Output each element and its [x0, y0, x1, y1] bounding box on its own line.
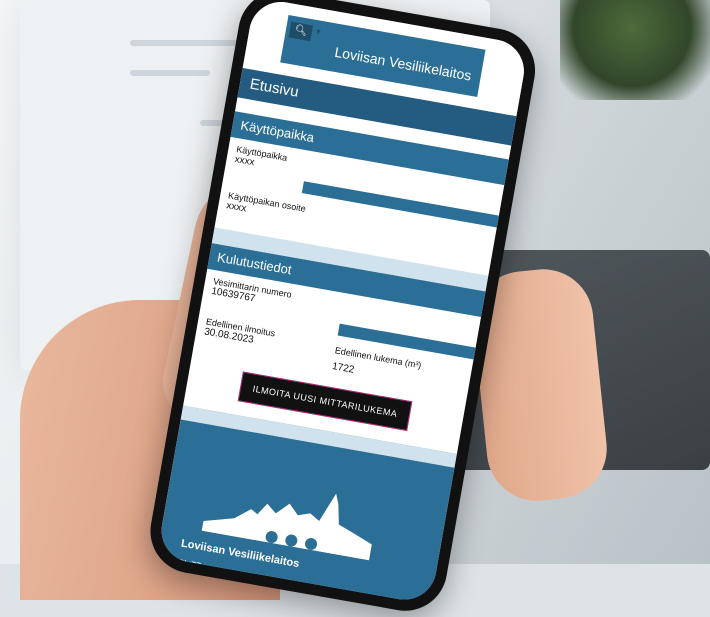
background-line — [130, 40, 240, 46]
background-line — [130, 70, 210, 76]
background-plant — [560, 0, 710, 100]
footer-address-line1: PL 77 — [176, 557, 202, 572]
